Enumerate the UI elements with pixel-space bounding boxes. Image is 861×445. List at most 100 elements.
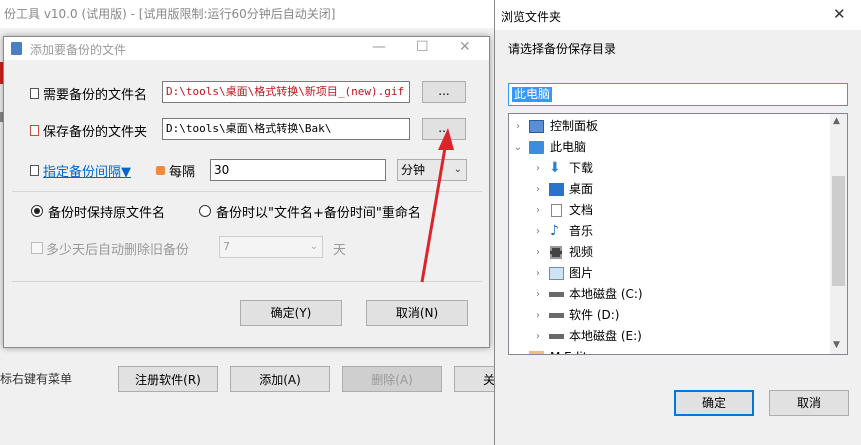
scrollbar-thumb[interactable] (832, 176, 845, 286)
tree-item-partial[interactable]: › M Edit... (509, 347, 829, 354)
tree-item-music[interactable]: › ♪ 音乐 (509, 221, 829, 242)
interval-link[interactable]: 指定备份间隔▼ (43, 161, 131, 180)
browse-cancel-button[interactable]: 取消 (769, 390, 849, 416)
drive-e-icon (549, 334, 564, 339)
auto-delete-label: 多少天后自动删除旧备份 (46, 243, 190, 258)
source-file-field[interactable]: D:\tools\桌面\格式转换\新项目_(new).gif (162, 81, 410, 103)
minimize-icon[interactable]: — (372, 39, 386, 55)
expand-icon[interactable]: › (533, 284, 543, 305)
tree-label: 软件 (D:) (569, 308, 620, 322)
dest-folder-label: 保存备份的文件夹 (43, 125, 148, 140)
days-unit-label: 天 (333, 243, 347, 258)
tree-label: 下载 (569, 161, 594, 175)
rename-label: 备份时以"文件名+备份时间"重命名 (216, 206, 421, 221)
ok-button[interactable]: 确定(Y) (240, 300, 342, 326)
file-icon (30, 88, 39, 99)
desktop-icon (549, 183, 564, 196)
source-browse-button[interactable]: ... (422, 81, 466, 103)
expand-icon[interactable]: › (513, 116, 523, 137)
dest-folder-field[interactable]: D:\tools\桌面\格式转换\Bak\ (162, 118, 410, 140)
tree-label: 视频 (569, 245, 594, 259)
auto-delete-checkbox[interactable] (31, 242, 43, 254)
pc-icon (529, 141, 544, 154)
keep-name-radio[interactable] (31, 205, 43, 217)
every-label: 每隔 (169, 165, 196, 180)
folder-small-icon (30, 125, 39, 136)
folder-icon (529, 351, 544, 354)
picture-icon (549, 267, 564, 280)
collapse-icon[interactable]: ⌄ (513, 137, 523, 158)
expand-icon[interactable]: › (513, 347, 523, 354)
app-icon (11, 42, 22, 55)
tree-item-drive-e[interactable]: › 本地磁盘 (E:) (509, 326, 829, 347)
tree-label: 桌面 (569, 182, 594, 196)
path-value: 此电脑 (512, 87, 553, 102)
cancel-button[interactable]: 取消(N) (366, 300, 468, 326)
scroll-up-icon[interactable]: ▲ (833, 116, 840, 126)
keep-name-label: 备份时保持原文件名 (48, 206, 166, 221)
browse-folder-dialog: 浏览文件夹 ✕ 请选择备份保存目录 此电脑 › 控制面板 ⌄ 此电脑 › ⬇ 下… (494, 0, 861, 445)
source-file-label: 需要备份的文件名 (43, 88, 148, 103)
expand-icon[interactable]: › (533, 326, 543, 347)
arrow-shaft (420, 141, 448, 283)
video-icon (550, 246, 562, 259)
plus-icon (156, 166, 165, 175)
days-select[interactable]: 7 ⌄ (219, 236, 323, 258)
annotation-arrow (420, 128, 454, 283)
music-icon: ♪ (550, 223, 559, 239)
close-icon[interactable]: ✕ (459, 39, 471, 55)
arrow-head (438, 128, 454, 150)
tree-item-desktop[interactable]: › 桌面 (509, 179, 829, 200)
right-click-hint: 标右键有菜单 (0, 372, 73, 386)
expand-icon[interactable]: › (533, 263, 543, 284)
delete-button[interactable]: 删除(A) (342, 366, 442, 392)
expand-icon[interactable]: › (533, 158, 543, 179)
browse-ok-button[interactable]: 确定 (674, 390, 754, 416)
document-icon (551, 204, 562, 217)
tree-label: 音乐 (569, 224, 594, 238)
tree-label: 图片 (569, 266, 594, 280)
tree-item-drive-d[interactable]: › 软件 (D:) (509, 305, 829, 326)
tree-label: 本地磁盘 (C:) (569, 287, 643, 301)
chevron-down-icon: ⌄ (309, 241, 318, 252)
add-button[interactable]: 添加(A) (230, 366, 330, 392)
dialog-title: 浏览文件夹 (501, 10, 562, 24)
tree-item-downloads[interactable]: › ⬇ 下载 (509, 158, 829, 179)
interval-input[interactable]: 30 (210, 159, 386, 181)
tree-item-drive-c[interactable]: › 本地磁盘 (C:) (509, 284, 829, 305)
tree-item-documents[interactable]: › 文档 (509, 200, 829, 221)
tree-label: 文档 (569, 203, 594, 217)
dialog-titlebar: 添加要备份的文件 — ☐ ✕ (4, 37, 489, 60)
tree-scrollbar[interactable]: ▲ ▼ (830, 114, 847, 354)
expand-icon[interactable]: › (533, 305, 543, 326)
expand-icon[interactable]: › (533, 221, 543, 242)
tree-item-videos[interactable]: › 视频 (509, 242, 829, 263)
tree-label: 控制面板 (550, 119, 599, 133)
expand-icon[interactable]: › (533, 242, 543, 263)
register-button[interactable]: 注册软件(R) (118, 366, 218, 392)
scroll-down-icon[interactable]: ▼ (833, 340, 840, 350)
close-icon[interactable]: ✕ (833, 5, 846, 23)
maximize-icon[interactable]: ☐ (416, 39, 429, 55)
download-icon: ⬇ (549, 160, 561, 176)
tree-item-this-pc[interactable]: ⌄ 此电脑 (509, 137, 829, 158)
prompt-text: 请选择备份保存目录 (508, 42, 617, 56)
rename-radio[interactable] (199, 205, 211, 217)
dialog-titlebar: 浏览文件夹 ✕ (495, 0, 861, 30)
tree-label: 本地磁盘 (E:) (569, 329, 642, 343)
main-window-title: 份工具 v10.0 (试用版) - [试用版限制:运行60分钟后自动关闭] (0, 0, 504, 28)
folder-tree[interactable]: › 控制面板 ⌄ 此电脑 › ⬇ 下载 › 桌面 › 文档 › ♪ 音乐 › 视… (508, 113, 848, 355)
tree-label: 此电脑 (550, 140, 587, 154)
expand-icon[interactable]: › (533, 179, 543, 200)
tree-item-control-panel[interactable]: › 控制面板 (509, 116, 829, 137)
control-panel-icon (529, 120, 544, 133)
drive-d-icon (549, 313, 564, 318)
drive-c-icon (549, 292, 564, 297)
path-field[interactable]: 此电脑 (508, 83, 848, 106)
tree-label: M Edit... (550, 347, 599, 354)
expand-icon[interactable]: › (533, 200, 543, 221)
interval-icon (30, 165, 39, 176)
tree-item-pictures[interactable]: › 图片 (509, 263, 829, 284)
days-value: 7 (223, 240, 230, 253)
dialog-title: 添加要备份的文件 (30, 43, 127, 57)
